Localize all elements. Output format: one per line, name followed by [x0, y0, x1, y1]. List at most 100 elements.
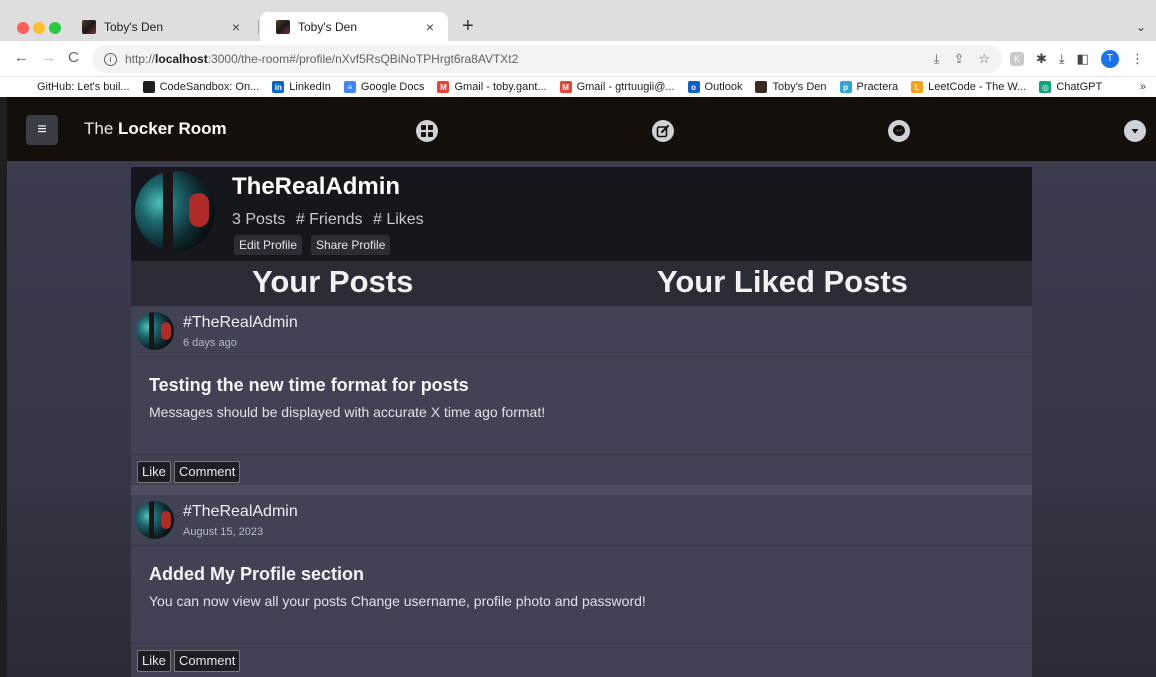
post-timestamp: August 15, 2023 — [183, 526, 264, 538]
like-button[interactable]: Like — [137, 650, 171, 672]
tab-title: Toby's Den — [104, 19, 163, 34]
brand-name: Locker Room — [118, 119, 227, 138]
bookmark-item[interactable]: o Outlook — [687, 81, 743, 93]
tab-your-posts[interactable]: Your Posts — [252, 264, 413, 300]
bookmark-label: Practera — [856, 81, 899, 93]
post-body: You can now view all your posts Change u… — [149, 593, 646, 609]
bookmark-label: ChatGPT — [1056, 81, 1103, 93]
app-navbar: ≡ The Locker Room — [7, 97, 1156, 161]
bookmarks-overflow-icon[interactable]: » — [1140, 81, 1146, 93]
post-header: #TheRealAdmin 6 days ago — [131, 306, 1032, 357]
info-icon[interactable]: i — [104, 52, 117, 66]
back-button[interactable]: ← — [14, 49, 29, 66]
bookmark-item[interactable]: L LeetCode - The W... — [911, 81, 1026, 93]
brand-prefix: The — [84, 119, 119, 138]
chatgpt-icon: ◎ — [1039, 81, 1052, 93]
window-minimize-button[interactable] — [33, 22, 45, 34]
window-close-button[interactable] — [17, 22, 29, 34]
tab-title: Toby's Den — [298, 19, 357, 34]
tab-search-chevron-icon[interactable]: ⌄ — [1136, 20, 1146, 34]
extensions-puzzle-icon[interactable]: ✱ — [1036, 51, 1047, 67]
tab-close-icon[interactable]: × — [422, 19, 438, 35]
gmail-icon: M — [437, 81, 450, 93]
post-timestamp: 6 days ago — [183, 337, 237, 349]
tobys-den-icon — [755, 81, 768, 93]
bookmark-label: Outlook — [704, 81, 743, 93]
friends-count[interactable]: # Friends — [296, 211, 363, 228]
google-docs-icon: ≡ — [343, 81, 356, 93]
grid-icon[interactable] — [416, 120, 438, 142]
bookmark-item[interactable]: CodeSandbox: On... — [142, 81, 259, 93]
bookmark-label: Gmail - toby.gant... — [454, 81, 547, 93]
url-path: :3000/the-room#/profile/nXvf5RsQBiNoTPHr… — [207, 52, 519, 66]
brand-logo-link[interactable]: The Locker Room — [84, 119, 227, 139]
omnibox-actions: ⤓ ⇪ ☆ — [934, 51, 990, 67]
avatar[interactable] — [136, 501, 174, 539]
tab-divider — [258, 20, 259, 34]
tobys-den-favicon-icon — [82, 19, 96, 34]
bookmark-item[interactable]: Toby's Den — [755, 81, 827, 93]
bookmark-label: Google Docs — [360, 81, 425, 93]
profile-stats: 3 Posts # Friends # Likes — [232, 211, 430, 229]
install-app-icon[interactable]: ⤓ — [934, 51, 940, 67]
profile-photo[interactable] — [135, 171, 215, 251]
codesandbox-icon — [142, 81, 155, 93]
post-card: #TheRealAdmin 6 days ago Testing the new… — [131, 306, 1032, 485]
practera-icon: p — [839, 81, 852, 93]
post-card: #TheRealAdmin August 15, 2023 Added My P… — [131, 495, 1032, 677]
browser-menu-icon[interactable]: ⋮ — [1131, 51, 1144, 67]
bookmark-item[interactable]: M Gmail - gtrtuugii@... — [559, 81, 675, 93]
leetcode-icon: L — [911, 81, 924, 93]
bookmark-label: LinkedIn — [289, 81, 331, 93]
downloads-icon[interactable]: ⤓ — [1059, 51, 1065, 67]
post-author[interactable]: #TheRealAdmin — [183, 503, 298, 521]
post-body: Messages should be displayed with accura… — [149, 404, 546, 420]
address-bar[interactable]: i http://localhost:3000/the-room#/profil… — [92, 45, 1002, 73]
extension-k-icon[interactable]: K — [1010, 52, 1024, 66]
gmail-icon: M — [559, 81, 572, 93]
edit-profile-button[interactable]: Edit Profile — [234, 235, 303, 255]
profile-section-tabs: Your Posts Your Liked Posts — [131, 261, 1032, 306]
bookmark-item[interactable]: ≡ Google Docs — [343, 81, 425, 93]
edit-icon[interactable] — [652, 120, 674, 142]
extensions-area: K ✱ ⤓ ◧ T ⋮ — [1010, 50, 1144, 68]
post-title: Testing the new time format for posts — [149, 375, 469, 395]
browser-toolbar: ← → C i http://localhost:3000/the-room#/… — [0, 41, 1156, 77]
browser-tab-2-active[interactable]: Toby's Den × — [260, 12, 448, 41]
bookmark-item[interactable]: GitHub: Let's buil... — [37, 81, 130, 93]
forward-button[interactable]: → — [41, 49, 56, 66]
post-author[interactable]: #TheRealAdmin — [183, 314, 298, 332]
post-header: #TheRealAdmin August 15, 2023 — [131, 495, 1032, 546]
url-host: localhost — [155, 52, 208, 66]
bookmark-item[interactable]: p Practera — [839, 81, 899, 93]
caret-down-icon[interactable] — [1124, 120, 1146, 142]
menu-toggle-button[interactable]: ≡ — [26, 115, 58, 145]
like-button[interactable]: Like — [137, 461, 171, 483]
profile-header: TheRealAdmin 3 Posts # Friends # Likes E… — [131, 167, 1032, 261]
tab-close-icon[interactable]: × — [228, 19, 244, 35]
app-viewport: ≡ The Locker Room TheRealAdmin 3 Posts #… — [7, 97, 1156, 677]
window-zoom-button[interactable] — [49, 22, 61, 34]
bookmark-label: Gmail - gtrtuugii@... — [576, 81, 675, 93]
browser-tab-1[interactable]: Toby's Den × — [66, 12, 254, 41]
bookmark-item[interactable]: in LinkedIn — [272, 81, 331, 93]
bookmark-label: GitHub: Let's buil... — [37, 81, 130, 93]
posts-count: 3 Posts — [232, 211, 286, 228]
reload-button[interactable]: C — [68, 49, 79, 66]
bookmark-star-icon[interactable]: ☆ — [978, 51, 990, 67]
bookmark-label: Toby's Den — [772, 81, 827, 93]
comment-button[interactable]: Comment — [174, 650, 241, 672]
post-title: Added My Profile section — [149, 564, 365, 584]
browser-tab-bar: Toby's Den × Toby's Den × + ⌄ — [0, 0, 1156, 41]
comment-button[interactable]: Comment — [174, 461, 241, 483]
new-tab-button[interactable]: + — [462, 16, 474, 36]
bookmark-item[interactable]: ◎ ChatGPT — [1039, 81, 1102, 93]
tab-your-liked-posts[interactable]: Your Liked Posts — [657, 264, 908, 300]
side-panel-icon[interactable]: ◧ — [1077, 51, 1089, 67]
bookmark-item[interactable]: M Gmail - toby.gant... — [437, 81, 547, 93]
share-profile-button[interactable]: Share Profile — [311, 235, 391, 255]
share-icon[interactable]: ⇪ — [953, 51, 964, 67]
profile-avatar[interactable]: T — [1100, 50, 1119, 68]
messenger-icon[interactable] — [888, 120, 910, 142]
avatar[interactable] — [136, 312, 174, 350]
